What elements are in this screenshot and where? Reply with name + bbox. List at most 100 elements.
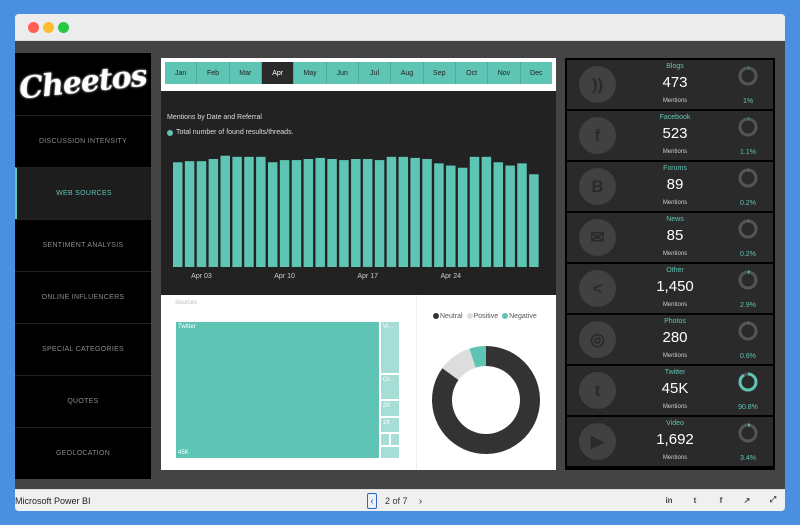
bar[interactable] [493, 162, 504, 267]
metric-label: Facebook [659, 114, 691, 121]
month-button-may[interactable]: May [294, 62, 327, 84]
chart-title: Mentions by Date and Referral [167, 114, 262, 121]
bar[interactable] [173, 162, 183, 267]
treemap-tile-1k[interactable]: 1K [380, 417, 400, 433]
metric-card-news[interactable]: ✉ News 85 Mentions 0.2% [567, 213, 773, 262]
next-page-button[interactable]: › [416, 493, 426, 509]
bar[interactable] [351, 159, 361, 267]
bar[interactable] [457, 167, 468, 267]
bar[interactable] [529, 174, 539, 267]
bar[interactable] [517, 163, 527, 267]
bar[interactable] [220, 155, 230, 267]
bar[interactable] [446, 165, 456, 267]
powerbi-brand-link[interactable]: Microsoft Power BI [15, 496, 91, 506]
bar[interactable] [291, 160, 302, 267]
treemap-tile-video[interactable]: Vi... [380, 321, 400, 374]
sidebar-item-geolocation[interactable]: GEOLOCATION [15, 427, 151, 479]
gauge-track [738, 219, 758, 239]
sidebar-item-online-influencers[interactable]: ONLINE INFLUENCERS [15, 271, 151, 323]
bar[interactable] [422, 159, 432, 267]
sidebar-item-quotes[interactable]: QUOTES [15, 375, 151, 427]
bar[interactable] [208, 159, 219, 267]
treemap-tile-small[interactable] [380, 433, 390, 446]
sidebar-item-special-categories[interactable]: SPECIAL CATEGORIES [15, 323, 151, 375]
metric-value: 89 [666, 176, 684, 193]
month-button-sep[interactable]: Sep [424, 62, 456, 84]
metric-card-other[interactable]: < Other 1,450 Mentions 2.9% [567, 264, 773, 313]
month-button-aug[interactable]: Aug [391, 62, 424, 84]
mentions-bar-chart[interactable]: Apr 03 Apr 10 Apr 17 Apr 24 [161, 91, 556, 295]
gauge-track [738, 117, 758, 137]
metric-label: News [666, 216, 684, 223]
bar[interactable] [303, 159, 314, 267]
metric-card-photos[interactable]: ◎ Photos 280 Mentions 0.6% [567, 315, 773, 364]
metric-gauge [738, 168, 758, 188]
month-button-apr[interactable]: Apr [261, 62, 295, 84]
maximize-window-button[interactable] [58, 22, 69, 33]
bar[interactable] [256, 156, 266, 267]
metric-label: Forums [663, 165, 687, 172]
bar[interactable] [374, 160, 385, 267]
linkedin-icon[interactable]: in [663, 494, 675, 506]
sidebar: Cheetos DISCUSSION INTENSITY WEB SOURCES… [15, 53, 151, 479]
mentions-chart-panel: Apr 03 Apr 10 Apr 17 Apr 24 Mentions by Dat… [161, 91, 556, 295]
bar[interactable] [398, 156, 409, 267]
sidebar-item-sentiment-analysis[interactable]: SENTIMENT ANALYSIS [15, 219, 151, 271]
metric-gauge [738, 117, 758, 137]
gauge-track [738, 66, 758, 86]
bar[interactable] [279, 160, 290, 267]
bar[interactable] [196, 161, 207, 267]
month-button-jan[interactable]: Jan [165, 62, 198, 84]
month-button-feb[interactable]: Feb [197, 62, 230, 84]
bar[interactable] [410, 157, 420, 267]
treemap-tile-twitter[interactable]: Twitter 45K [175, 321, 380, 459]
metric-card-video[interactable]: ▶ Video 1,692 Mentions 3.4% [567, 417, 773, 466]
sentiment-donut-chart[interactable] [417, 295, 557, 470]
facebook-icon[interactable]: f [715, 494, 727, 506]
bar[interactable] [339, 160, 349, 267]
month-button-oct[interactable]: Oct [456, 62, 489, 84]
bar[interactable] [232, 156, 242, 267]
treemap-tile-other[interactable]: Ot... [380, 374, 400, 400]
sidebar-item-web-sources[interactable]: WEB SOURCES [15, 167, 151, 219]
bar[interactable] [481, 156, 492, 267]
bar[interactable] [362, 159, 373, 267]
bar[interactable] [386, 156, 397, 267]
bar[interactable] [244, 156, 254, 267]
metric-sub: Mentions [662, 200, 688, 206]
previous-page-button[interactable]: ‹ [367, 493, 377, 509]
bar[interactable] [469, 156, 480, 267]
share-icon[interactable]: ↗ [741, 494, 753, 506]
minimize-window-button[interactable] [43, 22, 54, 33]
treemap-tile-small[interactable] [390, 433, 400, 446]
metric-sub: Mentions [662, 455, 688, 461]
bar[interactable] [434, 163, 444, 267]
metric-label: Video [666, 420, 684, 427]
metric-card-facebook[interactable]: f Facebook 523 Mentions 1.1% [567, 111, 773, 160]
bar[interactable] [184, 161, 195, 267]
close-window-button[interactable] [28, 22, 39, 33]
x-tick-label: Apr 10 [274, 273, 295, 280]
metric-card-twitter[interactable]: t Twitter 45K Mentions 90.8% [567, 366, 773, 415]
share-icon: < [579, 270, 616, 307]
month-button-dec[interactable]: Dec [521, 62, 552, 84]
bar[interactable] [505, 165, 515, 267]
gauge-track [738, 270, 758, 290]
month-button-nov[interactable]: Nov [488, 62, 521, 84]
bar[interactable] [315, 157, 325, 267]
month-button-mar[interactable]: Mar [230, 62, 262, 84]
month-button-jun[interactable]: Jun [327, 62, 359, 84]
fullscreen-icon[interactable]: ⤢ [767, 494, 779, 506]
bar[interactable] [267, 162, 278, 267]
sidebar-item-discussion-intensity[interactable]: DISCUSSION INTENSITY [15, 115, 151, 167]
bar[interactable] [327, 159, 337, 267]
month-button-jul[interactable]: Jul [359, 62, 392, 84]
metric-card-forums[interactable]: B Forums 89 Mentions 0.2% [567, 162, 773, 211]
treemap-tile-small[interactable] [380, 446, 400, 459]
treemap-tile-2k[interactable]: 2K [380, 400, 400, 417]
rss-icon: )) [579, 66, 616, 103]
gauge-fill [738, 372, 758, 392]
chart-legend: Total number of found results/threads. [167, 129, 294, 136]
twitter-icon[interactable]: t [689, 494, 701, 506]
metric-card-blogs[interactable]: )) Blogs 473 Mentions 1% [567, 60, 773, 109]
